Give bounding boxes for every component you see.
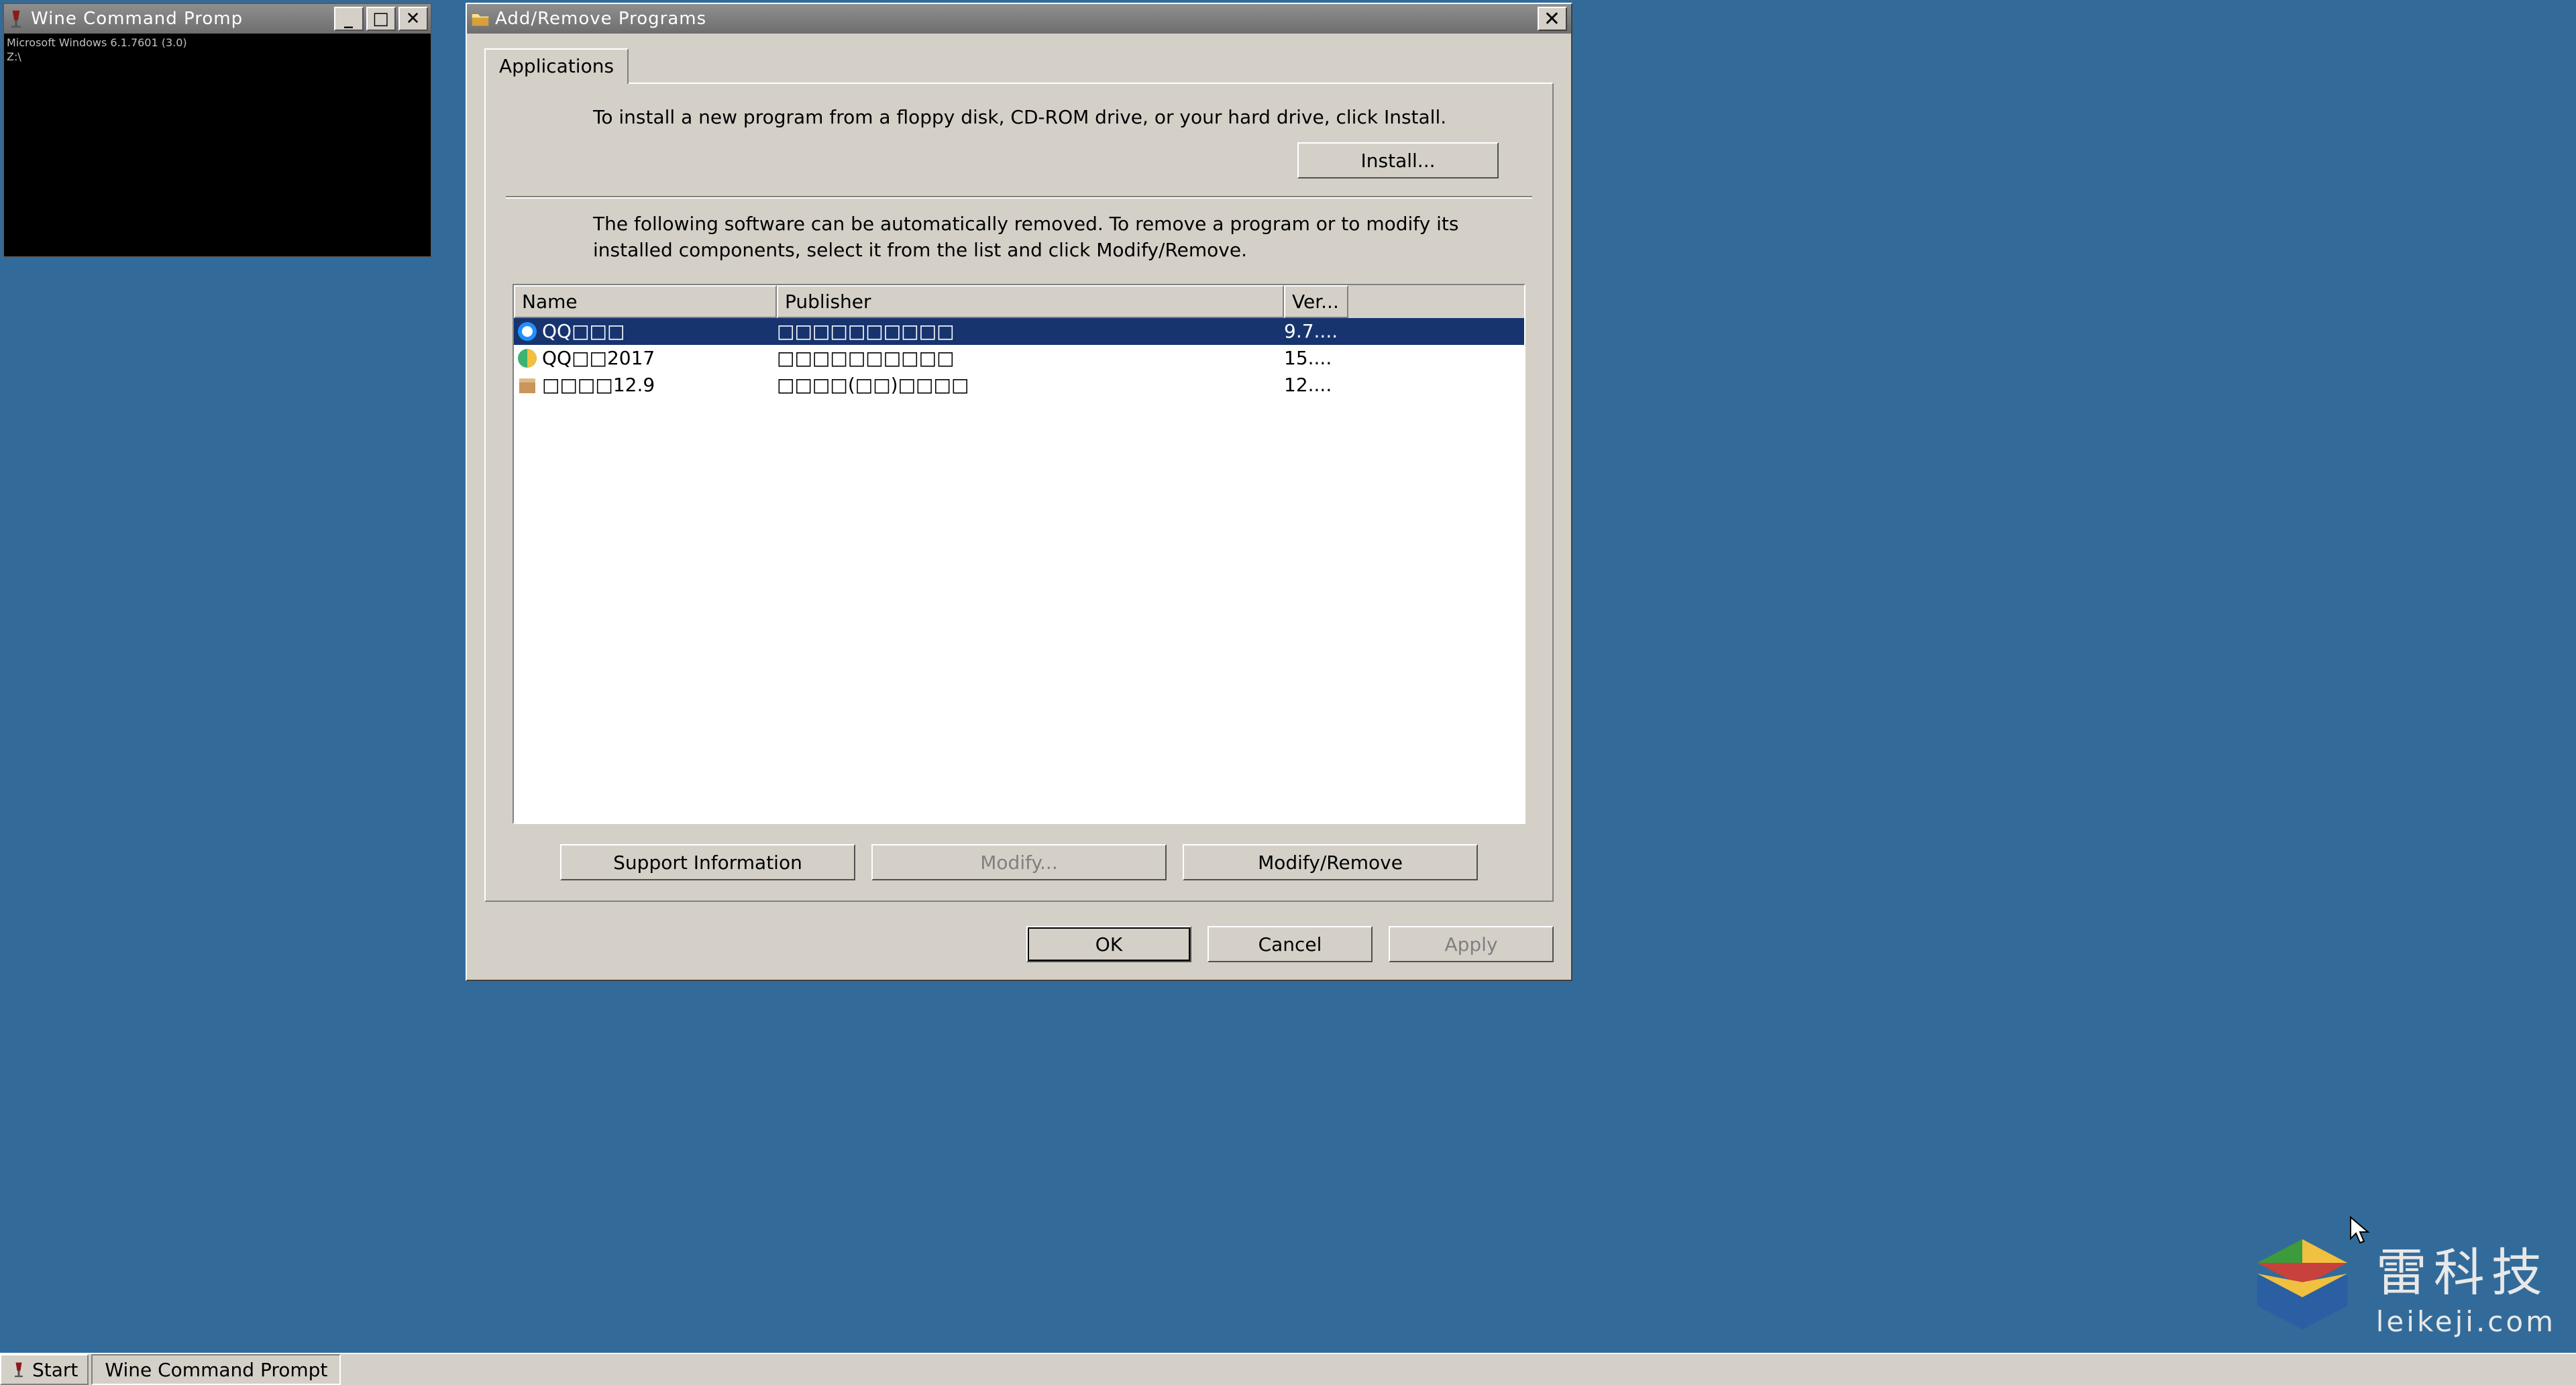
divider — [506, 196, 1532, 199]
watermark-text-big: 雷科技 — [2376, 1231, 2556, 1305]
apply-button: Apply — [1389, 926, 1554, 962]
start-label: Start — [32, 1359, 78, 1381]
app-icon — [517, 348, 538, 369]
watermark-logo-icon — [2249, 1231, 2356, 1338]
cell-publisher: □□□□□□□□□□ — [777, 320, 1284, 342]
install-instructions: To install a new program from a floppy d… — [513, 104, 1525, 130]
maximize-button[interactable]: □ — [366, 7, 396, 31]
cell-version: 12.... — [1284, 374, 1348, 396]
modify-remove-button[interactable]: Modify/Remove — [1183, 844, 1478, 880]
table-row[interactable]: QQ□□□□□□□□□□□□□9.7.... — [514, 318, 1524, 345]
ok-button[interactable]: OK — [1026, 926, 1191, 962]
list-header: Name Publisher Ver... — [514, 285, 1524, 318]
add-remove-dialog: Add/Remove Programs ✕ Applications To in… — [466, 3, 1572, 981]
table-row[interactable]: □□□□12.9□□□□(□□)□□□□12.... — [514, 372, 1524, 399]
cell-publisher: □□□□(□□)□□□□ — [777, 374, 1284, 396]
col-version[interactable]: Ver... — [1284, 285, 1348, 318]
cell-publisher: □□□□□□□□□□ — [777, 347, 1284, 369]
dialog-titlebar[interactable]: Add/Remove Programs ✕ — [467, 4, 1571, 34]
mouse-cursor-icon — [2349, 1216, 2371, 1245]
console-titlebar[interactable]: Wine Command Promp _ □ ✕ — [4, 4, 431, 34]
cancel-button[interactable]: Cancel — [1208, 926, 1373, 962]
folder-icon — [471, 9, 490, 28]
table-row[interactable]: QQ□□2017□□□□□□□□□□15.... — [514, 345, 1524, 372]
app-icon — [517, 321, 538, 342]
taskbar: Start Wine Command Prompt — [0, 1353, 2576, 1385]
close-button[interactable]: ✕ — [398, 7, 428, 31]
support-info-button[interactable]: Support Information — [560, 844, 855, 880]
watermark: 雷科技 leikeji.com — [2249, 1231, 2556, 1338]
col-publisher[interactable]: Publisher — [777, 285, 1284, 318]
console-window: Wine Command Promp _ □ ✕ Microsoft Windo… — [3, 3, 432, 258]
minimize-button[interactable]: _ — [334, 7, 364, 31]
start-button[interactable]: Start — [0, 1354, 89, 1385]
dialog-title-text: Add/Remove Programs — [495, 9, 706, 29]
modify-button: Modify... — [871, 844, 1167, 880]
cell-name: □□□□12.9 — [542, 374, 777, 396]
program-list: Name Publisher Ver... QQ□□□□□□□□□□□□□9.7… — [513, 284, 1525, 824]
taskbar-item-console[interactable]: Wine Command Prompt — [91, 1354, 341, 1385]
cell-version: 15.... — [1284, 347, 1348, 369]
cell-name: QQ□□□ — [542, 320, 777, 342]
watermark-text-small: leikeji.com — [2376, 1305, 2556, 1338]
tab-applications[interactable]: Applications — [484, 48, 629, 84]
remove-instructions: The following software can be automatica… — [513, 211, 1525, 263]
cell-version: 9.7.... — [1284, 320, 1348, 342]
tab-panel: To install a new program from a floppy d… — [484, 83, 1554, 902]
dialog-close-button[interactable]: ✕ — [1538, 7, 1567, 31]
console-title-text: Wine Command Promp — [31, 9, 243, 29]
app-icon — [517, 374, 538, 396]
install-button[interactable]: Install... — [1297, 142, 1499, 178]
wine-icon — [7, 9, 25, 28]
col-name[interactable]: Name — [514, 285, 777, 318]
console-body[interactable]: Microsoft Windows 6.1.7601 (3.0) Z:\ — [4, 34, 431, 256]
cell-name: QQ□□2017 — [542, 347, 777, 369]
wine-icon — [11, 1362, 27, 1378]
